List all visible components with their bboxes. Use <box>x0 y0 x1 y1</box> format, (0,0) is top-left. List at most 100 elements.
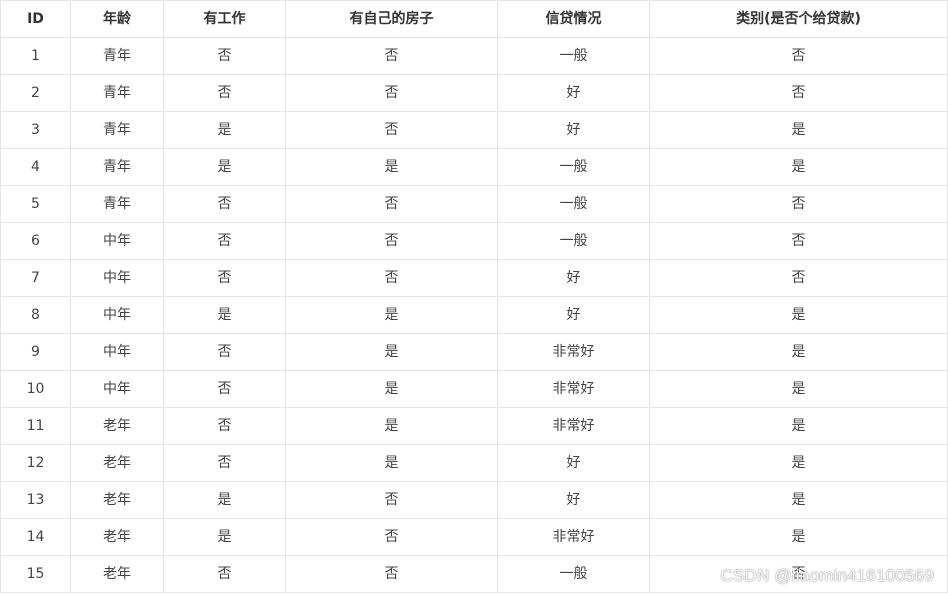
cell-class: 是 <box>649 333 948 371</box>
cell-has-house: 否 <box>285 481 498 519</box>
cell-class: 是 <box>649 111 948 149</box>
header-has-job: 有工作 <box>163 0 286 38</box>
cell-has-job: 否 <box>163 333 286 371</box>
cell-has-house: 否 <box>285 259 498 297</box>
cell-id: 7 <box>0 259 71 297</box>
table-row: 12 老年否是好是 <box>0 444 948 482</box>
cell-credit: 一般 <box>497 37 650 75</box>
cell-id: 10 <box>0 370 71 408</box>
cell-has-house: 否 <box>285 111 498 149</box>
cell-age: 老年 <box>70 444 164 482</box>
cell-id: 12 <box>0 444 71 482</box>
table-row: 7 中年否否好否 <box>0 259 948 297</box>
cell-id: 6 <box>0 222 71 260</box>
cell-id: 8 <box>0 296 71 334</box>
cell-has-house: 是 <box>285 333 498 371</box>
cell-age: 老年 <box>70 555 164 593</box>
cell-age: 青年 <box>70 111 164 149</box>
cell-has-job: 否 <box>163 370 286 408</box>
table-row: 9 中年否是非常好是 <box>0 333 948 371</box>
table-row: 13 老年是否好是 <box>0 481 948 519</box>
table-body: 1 青年否否一般否 2 青年否否好否 3 青年是否好是 4 青年是是一般是 5 青年否否一般否 6 中… <box>0 37 948 593</box>
cell-credit: 一般 <box>497 185 650 223</box>
cell-has-job: 是 <box>163 148 286 186</box>
cell-class: 是 <box>649 407 948 445</box>
cell-has-job: 否 <box>163 444 286 482</box>
cell-has-job: 否 <box>163 222 286 260</box>
loan-data-table: ID 年龄 有工作 有自己的房子 信贷情况 类别(是否个给贷款) 1 青年否否一般… <box>0 0 948 593</box>
table-header-row: ID 年龄 有工作 有自己的房子 信贷情况 类别(是否个给贷款) <box>0 0 948 38</box>
cell-age: 中年 <box>70 370 164 408</box>
cell-id: 5 <box>0 185 71 223</box>
cell-has-job: 否 <box>163 37 286 75</box>
cell-has-house: 是 <box>285 296 498 334</box>
table-row: 1 青年否否一般否 <box>0 37 948 75</box>
cell-class: 否 <box>649 185 948 223</box>
cell-has-house: 否 <box>285 518 498 556</box>
cell-id: 1 <box>0 37 71 75</box>
table-row: 8 中年是是好是 <box>0 296 948 334</box>
table-row: 10 中年否是非常好是 <box>0 370 948 408</box>
cell-has-job: 否 <box>163 185 286 223</box>
cell-credit: 非常好 <box>497 407 650 445</box>
cell-age: 中年 <box>70 333 164 371</box>
cell-class: 否 <box>649 37 948 75</box>
cell-age: 青年 <box>70 74 164 112</box>
cell-credit: 一般 <box>497 555 650 593</box>
cell-has-job: 是 <box>163 296 286 334</box>
cell-has-house: 是 <box>285 444 498 482</box>
header-has-house: 有自己的房子 <box>285 0 498 38</box>
cell-credit: 一般 <box>497 222 650 260</box>
cell-credit: 好 <box>497 111 650 149</box>
cell-id: 15 <box>0 555 71 593</box>
cell-credit: 好 <box>497 259 650 297</box>
cell-id: 3 <box>0 111 71 149</box>
cell-has-house: 否 <box>285 555 498 593</box>
cell-id: 11 <box>0 407 71 445</box>
cell-has-job: 否 <box>163 259 286 297</box>
cell-age: 中年 <box>70 296 164 334</box>
cell-class: 是 <box>649 148 948 186</box>
table-row: 6 中年否否一般否 <box>0 222 948 260</box>
cell-age: 中年 <box>70 259 164 297</box>
cell-age: 中年 <box>70 222 164 260</box>
cell-has-house: 是 <box>285 148 498 186</box>
cell-credit: 好 <box>497 74 650 112</box>
table-row: 2 青年否否好否 <box>0 74 948 112</box>
cell-id: 14 <box>0 518 71 556</box>
cell-id: 4 <box>0 148 71 186</box>
table-row: 11 老年否是非常好是 <box>0 407 948 445</box>
table-row: 3 青年是否好是 <box>0 111 948 149</box>
cell-age: 老年 <box>70 407 164 445</box>
cell-age: 老年 <box>70 518 164 556</box>
cell-has-house: 否 <box>285 37 498 75</box>
cell-id: 2 <box>0 74 71 112</box>
cell-has-job: 是 <box>163 518 286 556</box>
table-row: 4 青年是是一般是 <box>0 148 948 186</box>
cell-age: 青年 <box>70 37 164 75</box>
cell-has-house: 否 <box>285 185 498 223</box>
cell-id: 13 <box>0 481 71 519</box>
csdn-watermark: CSDN @liaomin416100569 <box>720 566 934 585</box>
cell-class: 否 <box>649 259 948 297</box>
cell-class: 否 <box>649 74 948 112</box>
cell-credit: 好 <box>497 481 650 519</box>
cell-class: 否 <box>649 222 948 260</box>
cell-has-job: 否 <box>163 407 286 445</box>
cell-credit: 非常好 <box>497 518 650 556</box>
header-age: 年龄 <box>70 0 164 38</box>
cell-age: 老年 <box>70 481 164 519</box>
cell-has-job: 是 <box>163 111 286 149</box>
cell-age: 青年 <box>70 148 164 186</box>
cell-class: 是 <box>649 481 948 519</box>
cell-has-house: 否 <box>285 222 498 260</box>
cell-credit: 一般 <box>497 148 650 186</box>
cell-credit: 好 <box>497 296 650 334</box>
cell-has-house: 是 <box>285 370 498 408</box>
cell-has-job: 否 <box>163 555 286 593</box>
header-credit: 信贷情况 <box>497 0 650 38</box>
cell-id: 9 <box>0 333 71 371</box>
cell-class: 是 <box>649 370 948 408</box>
cell-credit: 非常好 <box>497 333 650 371</box>
cell-has-job: 否 <box>163 74 286 112</box>
